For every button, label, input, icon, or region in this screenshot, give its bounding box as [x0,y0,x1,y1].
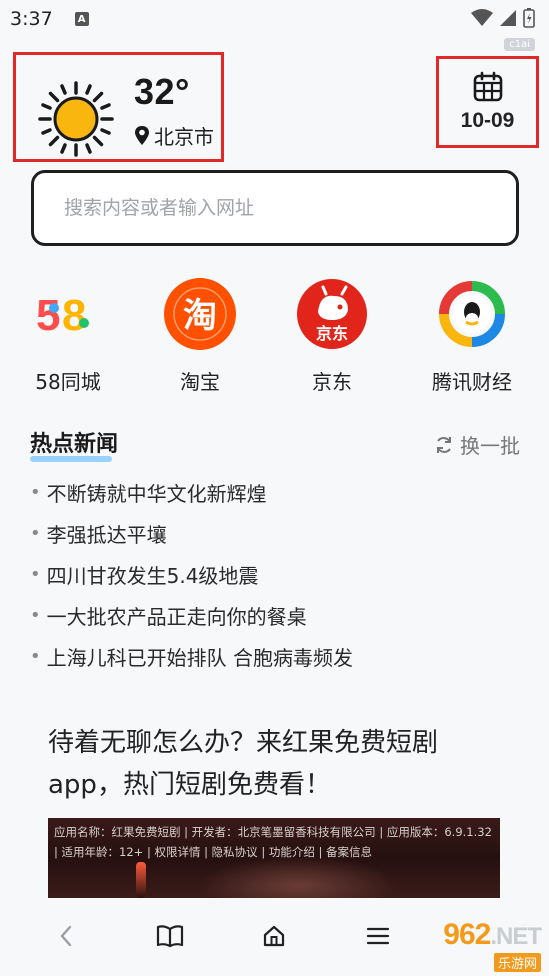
shortcut-label: 腾讯财经 [432,370,512,394]
ad-image-glow [198,856,398,898]
shortcut-tencent-finance[interactable]: 腾讯财经 [412,278,532,395]
news-item-text: 上海儿科已开始排队 合胞病毒频发 [46,646,353,670]
calendar-icon [473,71,502,102]
ad-image-light [136,862,146,898]
bullet-icon: • [30,564,41,585]
location: 北京市 [134,121,214,150]
tencent-finance-logo-icon [436,278,508,350]
news-item[interactable]: • 不断铸就中华文化新辉煌 [30,472,353,513]
news-list: • 不断铸就中华文化新辉煌 • 李强抵达平壤 • 四川甘孜发生5.4级地震 • 一大批农… [30,472,353,677]
location-pin-icon [135,126,149,145]
watermark-number: 962 [443,918,491,951]
refresh-label: 换一批 [460,434,520,458]
news-item[interactable]: • 一大批农产品正走向你的餐桌 [30,595,353,636]
book-icon [156,925,184,948]
date-value: 10-09 [460,109,515,132]
refresh-icon [437,436,451,453]
back-button[interactable] [46,916,86,956]
calendar-widget[interactable]: 10-09 [436,56,539,148]
search-input[interactable] [64,197,516,219]
wifi-icon [471,9,493,26]
signal-icon [500,10,516,26]
taobao-logo-icon: 淘 [164,278,236,350]
news-header: 热点新闻 换一批 [30,426,520,466]
bullet-icon: • [30,482,41,503]
refresh-button[interactable]: 换一批 [434,430,520,459]
menu-icon [366,927,390,945]
news-item-text: 一大批农产品正走向你的餐桌 [46,605,307,629]
news-item[interactable]: • 李强抵达平壤 [30,513,353,554]
ad-headline[interactable]: 待着无聊怎么办？来红果免费短剧app，热门短剧免费看！ [48,722,498,806]
status-time: 3:37 [10,8,53,30]
sun-icon [38,81,114,157]
watermark-suffix: .NET [490,923,542,950]
home-icon [263,925,285,947]
jd-logo-icon: 京东 [296,278,368,350]
shortcut-grid: 5 8 58同城 淘 淘宝 京东 京东 腾讯财经 [0,278,549,394]
shortcut-label: 京东 [312,370,352,394]
ad-app-info: 应用名称：红果免费短剧 | 开发者：北京笔墨留香科技有限公司 | 应用版本：6.… [54,825,492,859]
site-watermark: 962.NET 乐游网 [443,918,542,972]
bullet-icon: • [30,605,41,626]
back-icon [60,925,72,947]
bullet-icon: • [30,646,41,667]
news-item-text: 不断铸就中华文化新辉煌 [46,482,267,506]
city-name: 北京市 [154,125,214,149]
svg-text:5: 5 [36,291,60,340]
news-item[interactable]: • 四川甘孜发生5.4级地震 [30,554,353,595]
weather-widget[interactable]: 32° 北京市 [13,52,224,162]
bottom-navigation: 962.NET 乐游网 [0,898,549,976]
news-item-text: 李强抵达平壤 [46,523,167,547]
search-bar[interactable] [31,170,519,246]
battery-icon [523,8,535,28]
menu-button[interactable] [358,916,398,956]
svg-text:8: 8 [62,291,86,340]
shortcut-taobao[interactable]: 淘 淘宝 [140,278,260,395]
news-item[interactable]: • 上海儿科已开始排队 合胞病毒频发 [30,636,353,677]
notification-icon: A [74,12,89,26]
ad-image[interactable]: 应用名称：红果免费短剧 | 开发者：北京笔墨留香科技有限公司 | 应用版本：6.… [48,818,500,898]
status-indicators [471,8,535,28]
bullet-icon: • [30,523,41,544]
shortcut-jd[interactable]: 京东 京东 [272,278,392,395]
shortcut-label: 淘宝 [180,370,220,394]
watermark-subtitle: 乐游网 [493,953,541,972]
news-item-text: 四川甘孜发生5.4级地震 [46,564,259,588]
news-section-title: 热点新闻 [30,432,119,457]
temperature: 32° [134,71,190,112]
58-logo-icon: 5 8 [32,278,104,350]
watermark-label: c1ai [504,38,535,51]
status-bar: 3:37 A [0,0,549,38]
watermark-logo: 962.NET [443,918,542,952]
svg-text:京东: 京东 [316,324,348,343]
svg-text:淘: 淘 [183,296,217,336]
bookmarks-button[interactable] [150,916,190,956]
shortcut-label: 58同城 [35,370,101,394]
home-button[interactable] [254,916,294,956]
shortcut-58[interactable]: 5 8 58同城 [8,278,128,395]
